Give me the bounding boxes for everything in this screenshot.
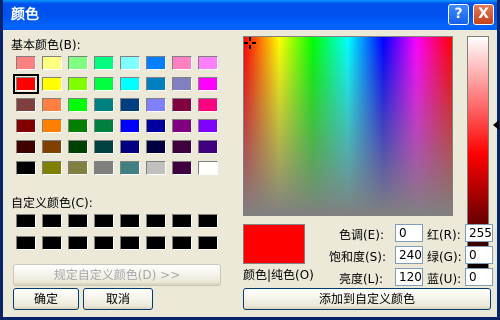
custom-color-swatch[interactable] [172,214,192,228]
basic-color-swatch[interactable] [172,119,192,133]
luminance-input[interactable]: 120 [395,268,423,286]
blue-input[interactable]: 0 [465,268,493,286]
blue-label: 蓝(U): [427,272,462,286]
basic-color-swatch[interactable] [68,56,88,70]
basic-color-swatch[interactable] [68,98,88,112]
define-custom-colors-button[interactable]: 规定自定义颜色(D) >> [13,264,221,286]
basic-color-swatch[interactable] [68,119,88,133]
basic-color-swatch[interactable] [42,56,62,70]
basic-color-swatch[interactable] [42,77,62,91]
custom-colors-label: 自定义颜色(C): [11,196,93,210]
custom-color-swatch[interactable] [94,214,114,228]
basic-color-swatch[interactable] [198,161,218,175]
custom-color-swatch[interactable] [42,236,62,250]
basic-color-swatch[interactable] [120,98,140,112]
basic-color-swatch[interactable] [172,77,192,91]
basic-color-swatch[interactable] [94,56,114,70]
luminance-label: 亮度(L): [339,272,384,286]
custom-color-swatch[interactable] [42,214,62,228]
basic-color-swatch[interactable] [172,161,192,175]
green-input[interactable]: 0 [465,246,493,264]
basic-color-swatch[interactable] [146,119,166,133]
basic-color-swatch[interactable] [42,98,62,112]
arrow-left-icon[interactable] [493,120,499,130]
basic-color-swatch[interactable] [42,140,62,154]
basic-color-swatch[interactable] [120,119,140,133]
basic-color-swatch[interactable] [172,140,192,154]
basic-color-swatch[interactable] [146,140,166,154]
basic-color-swatch[interactable] [120,56,140,70]
basic-color-swatch[interactable] [16,56,36,70]
custom-color-swatch[interactable] [16,214,36,228]
custom-color-swatch[interactable] [172,236,192,250]
basic-color-swatch[interactable] [68,77,88,91]
basic-color-swatch[interactable] [198,56,218,70]
basic-color-swatch[interactable] [42,161,62,175]
custom-color-swatch[interactable] [198,214,218,228]
basic-color-swatch[interactable] [16,161,36,175]
basic-color-swatch[interactable] [172,56,192,70]
basic-color-swatch[interactable] [198,98,218,112]
custom-color-swatch[interactable] [94,236,114,250]
add-to-custom-colors-button[interactable]: 添加到自定义颜色 [243,288,491,310]
basic-color-swatch[interactable] [16,98,36,112]
color-dialog: 颜色 ? X 基本颜色(B): 自定义颜色(C): 规定自定义颜色(D) >> … [0,0,500,320]
basic-color-swatch[interactable] [120,161,140,175]
basic-color-swatch[interactable] [68,140,88,154]
basic-colors-label: 基本颜色(B): [11,38,81,52]
basic-color-swatch[interactable] [13,74,39,94]
hue-label: 色调(E): [339,228,384,242]
basic-color-swatch[interactable] [198,119,218,133]
basic-color-swatch[interactable] [198,140,218,154]
custom-color-swatch[interactable] [146,214,166,228]
basic-color-swatch[interactable] [16,140,36,154]
custom-color-swatch[interactable] [146,236,166,250]
help-button[interactable]: ? [448,4,469,25]
saturation-label: 饱和度(S): [329,250,387,264]
basic-color-swatch[interactable] [120,77,140,91]
basic-color-swatch[interactable] [146,56,166,70]
basic-color-swatch[interactable] [94,119,114,133]
basic-color-swatch[interactable] [94,140,114,154]
window-title: 颜色 [11,7,39,23]
saturation-input[interactable]: 240 [395,246,423,264]
red-label: 红(R): [427,228,461,242]
crosshair-icon [244,37,256,49]
basic-color-swatch[interactable] [42,119,62,133]
basic-color-swatch[interactable] [146,98,166,112]
basic-color-swatch[interactable] [120,140,140,154]
color-spectrum[interactable] [243,36,453,216]
custom-color-swatch[interactable] [198,236,218,250]
basic-color-swatch[interactable] [94,161,114,175]
title-bar: 颜色 ? X [3,0,497,30]
hue-input[interactable]: 0 [395,224,423,242]
close-button[interactable]: X [473,4,494,25]
basic-color-swatch[interactable] [16,119,36,133]
basic-color-swatch[interactable] [146,161,166,175]
custom-color-swatch[interactable] [68,214,88,228]
basic-color-swatch[interactable] [146,77,166,91]
basic-color-swatch[interactable] [68,161,88,175]
color-solid-label: 颜色|纯色(O) [243,268,314,282]
red-input[interactable]: 255 [465,224,493,242]
color-preview [243,224,305,264]
basic-color-swatch[interactable] [94,98,114,112]
custom-color-swatch[interactable] [120,236,140,250]
cancel-button[interactable]: 取消 [83,288,153,310]
custom-color-swatch[interactable] [120,214,140,228]
basic-color-swatch[interactable] [172,98,192,112]
custom-color-swatch[interactable] [68,236,88,250]
basic-color-swatch[interactable] [94,77,114,91]
green-label: 绿(G): [427,250,462,264]
ok-button[interactable]: 确定 [13,288,79,310]
basic-color-swatch[interactable] [198,77,218,91]
custom-color-swatch[interactable] [16,236,36,250]
